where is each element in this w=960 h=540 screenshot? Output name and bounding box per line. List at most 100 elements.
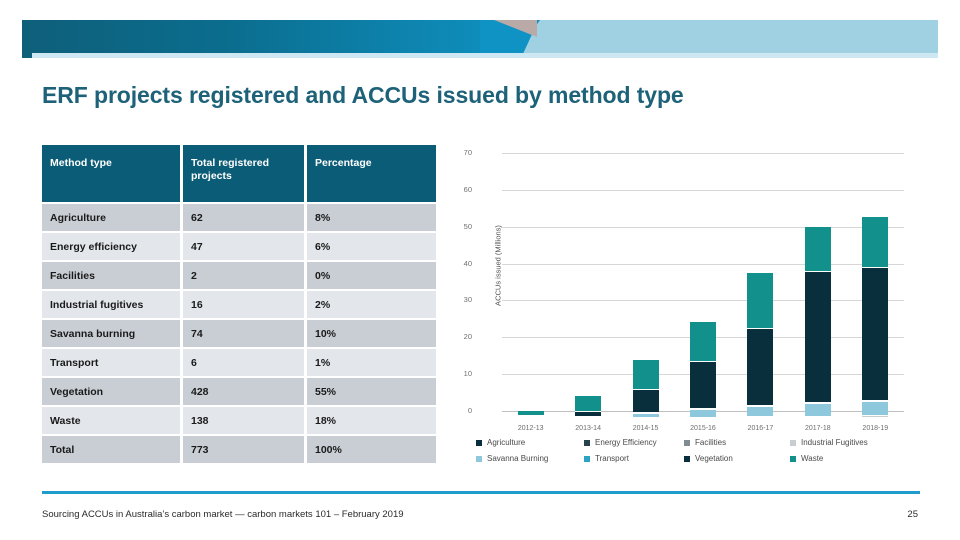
footer-rule [42,491,920,494]
chart-bar [804,162,831,420]
legend-swatch-icon [584,439,590,446]
table-header-total-registered-projects: Total registered projects [180,145,304,202]
chart-y-tick-label: 40 [463,258,472,268]
slide-title: ERF projects registered and ACCUs issued… [42,82,684,108]
chart-bar-segment [804,403,831,416]
banner-bottom-strip [22,53,938,58]
chart-x-tick-label: 2018-19 [862,425,889,432]
table-cell-method: Agriculture [42,204,180,231]
table-cell-method: Facilities [42,262,180,289]
chart-legend: Agriculture Energy Efficiency Facilities In… [476,438,896,470]
banner-dark-block [22,20,532,56]
legend-swatch-icon [476,455,482,462]
legend-label: Transport [595,454,629,463]
banner-left-nub [22,50,32,58]
table-cell-total: 16 [180,291,304,318]
chart-bar-segment [804,418,831,420]
chart-y-tick-label: 70 [463,148,472,157]
chart-x-tick-label: 2015-16 [690,425,716,432]
chart-x-tick-label: 2016-17 [747,425,774,432]
chart-bar-segment [804,271,831,403]
header-banner [0,20,960,58]
method-type-table: Method type Total registered projects Pe… [42,143,436,465]
chart-bar [862,162,889,420]
legend-item: Energy Efficiency [584,438,684,447]
table-header-percentage: Percentage [304,145,436,202]
chart-bar [690,162,716,420]
legend-swatch-icon [684,455,690,462]
table-cell-method: Total [42,436,180,463]
table-cell-percentage: 18% [304,407,436,434]
table-cell-total: 138 [180,407,304,434]
table-cell-percentage: 0% [304,262,436,289]
chart-bar-segment [862,215,889,268]
table-cell-percentage: 6% [304,233,436,260]
chart-bar-segment [804,226,831,272]
legend-swatch-icon [584,455,590,462]
chart-bar [575,162,602,420]
table-row: Vegetation 428 55% [42,378,436,405]
table-cell-percentage: 8% [304,204,436,231]
chart-bar-segment [862,401,889,416]
legend-item: Transport [584,454,684,463]
chart-bar-segment [517,419,544,420]
legend-swatch-icon [684,439,690,446]
table-cell-percentage: 1% [304,349,436,376]
legend-label: Waste [801,454,824,463]
table-cell-total: 74 [180,320,304,347]
chart-plot-area: ACCUs issued (Millions) 0 10 20 30 40 50 60 70 … [464,148,904,432]
legend-swatch-icon [790,455,796,462]
chart-gridline [502,153,904,154]
legend-swatch-icon [790,439,796,446]
chart-bar-segment [690,320,716,362]
chart-y-axis-label: ACCUs issued (Millions) [493,225,503,306]
chart-bar-segment [690,419,716,420]
chart-bar-segment [862,418,889,420]
legend-item: Vegetation [684,454,790,463]
table-header-method-type: Method type [42,145,180,202]
banner-light-block [522,20,938,56]
table-row: Total 773 100% [42,436,436,463]
legend-item: Facilities [684,438,790,447]
table-cell-method: Energy efficiency [42,233,180,260]
legend-label: Industrial Fugitives [801,438,868,447]
chart-bar-segment [747,272,774,329]
table-cell-total: 62 [180,204,304,231]
chart-bar-segment [632,359,659,390]
table-row: Industrial fugitives 16 2% [42,291,436,318]
legend-item: Agriculture [476,438,584,447]
table-cell-percentage: 2% [304,291,436,318]
table-cell-method: Transport [42,349,180,376]
chart-x-tick-label: 2012-13 [517,425,544,432]
chart-x-tick-label: 2014-15 [632,425,659,432]
table-cell-method: Savanna burning [42,320,180,347]
legend-item: Savanna Burning [476,454,584,463]
table-header: Method type Total registered projects Pe… [42,145,436,202]
chart-x-tick-label: 2013-14 [575,425,601,432]
footer-page-number: 25 [907,509,918,520]
chart-bar-segment [575,419,602,420]
chart-bar-segment [690,361,716,408]
chart-bar [632,162,659,420]
legend-item: Waste [790,454,823,463]
legend-label: Savanna Burning [487,454,549,463]
accus-issued-chart: ACCUs issued (Millions) 0 10 20 30 40 50 60 70 … [450,143,920,433]
legend-swatch-icon [476,439,482,446]
chart-x-tick-label: 2017-18 [804,425,831,432]
chart-y-tick-label: 10 [463,369,472,379]
chart-y-tick-label: 20 [463,332,472,342]
table-body: Agriculture 62 8% Energy efficiency 47 6% Faci… [42,204,436,463]
chart-bar-segment [747,419,774,420]
footer-source-text: Sourcing ACCUs in Australia’s carbon mar… [42,509,404,520]
chart-bar-segment [862,267,889,401]
chart-bar-segment [747,328,774,406]
chart-bar-segment [747,406,774,416]
table-row: Transport 6 1% [42,349,436,376]
legend-label: Facilities [695,438,727,447]
table-row: Facilities 2 0% [42,262,436,289]
table-cell-percentage: 10% [304,320,436,347]
table-cell-percentage: 55% [304,378,436,405]
table-cell-method: Vegetation [42,378,180,405]
table-row: Energy efficiency 47 6% [42,233,436,260]
table-cell-percentage: 100% [304,436,436,463]
